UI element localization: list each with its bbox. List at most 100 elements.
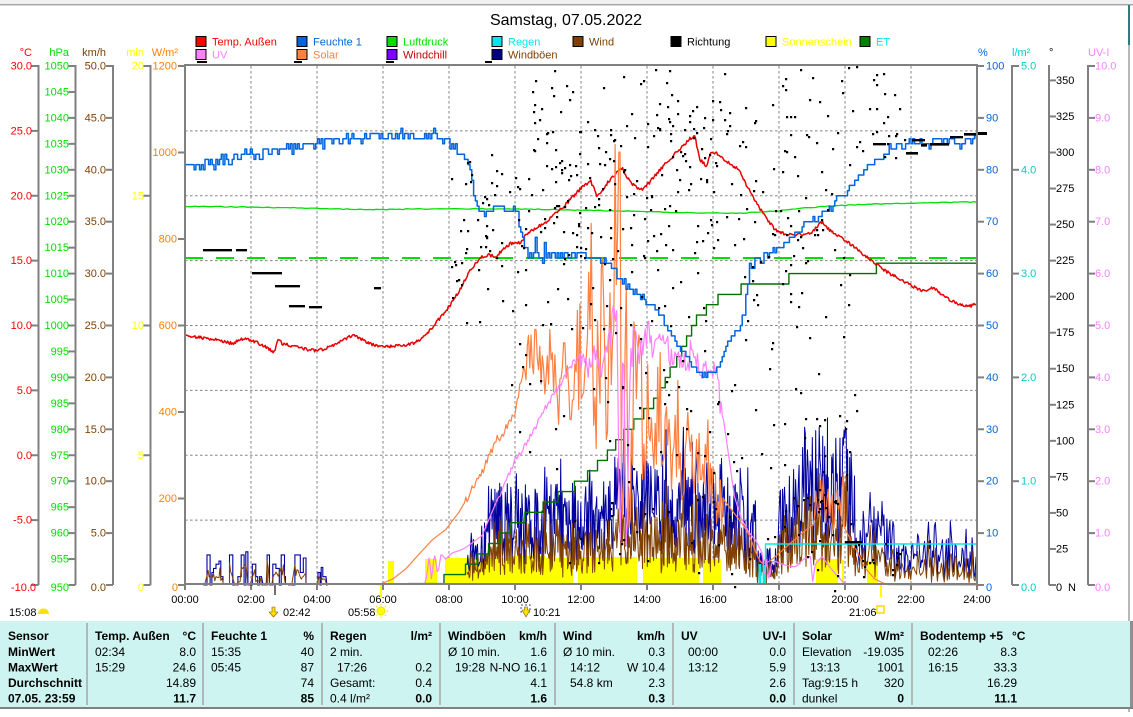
svg-text:1040: 1040 bbox=[45, 112, 69, 124]
svg-text:l/m²: l/m² bbox=[411, 629, 432, 643]
svg-text:400: 400 bbox=[159, 407, 177, 419]
svg-text:250: 250 bbox=[1056, 219, 1074, 231]
svg-text:05:58: 05:58 bbox=[348, 607, 376, 619]
svg-text:1025: 1025 bbox=[45, 190, 69, 202]
svg-text:11.1: 11.1 bbox=[994, 692, 1017, 706]
svg-text:0.4 l/m²: 0.4 l/m² bbox=[330, 692, 370, 706]
svg-text:1001: 1001 bbox=[877, 661, 904, 675]
svg-text:W/m²: W/m² bbox=[875, 629, 904, 643]
svg-text:Solar: Solar bbox=[313, 50, 339, 62]
svg-text:N-NO 16.1: N-NO 16.1 bbox=[490, 661, 548, 675]
svg-text:10: 10 bbox=[132, 320, 144, 332]
svg-text:Sensor: Sensor bbox=[8, 629, 49, 643]
svg-text:10: 10 bbox=[986, 528, 998, 540]
svg-text:10.0: 10.0 bbox=[11, 320, 32, 332]
svg-text:30.0: 30.0 bbox=[85, 268, 106, 280]
svg-text:325: 325 bbox=[1056, 111, 1074, 123]
svg-text:Gesamt:: Gesamt: bbox=[330, 676, 375, 690]
svg-text:2.0: 2.0 bbox=[1095, 476, 1110, 488]
svg-text:Ø 10 min.: Ø 10 min. bbox=[448, 645, 500, 659]
svg-text:20:00: 20:00 bbox=[831, 594, 859, 606]
svg-text:UV: UV bbox=[212, 50, 228, 62]
svg-text:975: 975 bbox=[51, 450, 69, 462]
svg-text:15:08: 15:08 bbox=[9, 607, 37, 619]
svg-text:Luftdruck: Luftdruck bbox=[403, 37, 449, 49]
svg-text:02:34: 02:34 bbox=[95, 645, 125, 659]
svg-text:90: 90 bbox=[986, 112, 998, 124]
svg-text:0.3: 0.3 bbox=[648, 692, 665, 706]
svg-text:15.0: 15.0 bbox=[11, 255, 32, 267]
svg-text:1020: 1020 bbox=[45, 216, 69, 228]
svg-text:985: 985 bbox=[51, 398, 69, 410]
svg-text:0: 0 bbox=[1056, 582, 1062, 594]
svg-text:600: 600 bbox=[159, 320, 177, 332]
svg-text:5.0: 5.0 bbox=[1095, 320, 1110, 332]
svg-text:Windböen: Windböen bbox=[448, 629, 506, 643]
svg-text:960: 960 bbox=[51, 528, 69, 540]
svg-text:70: 70 bbox=[986, 216, 998, 228]
svg-text:5.0: 5.0 bbox=[17, 385, 32, 397]
svg-text:°C: °C bbox=[1012, 629, 1026, 643]
svg-text:15:29: 15:29 bbox=[95, 661, 125, 675]
svg-text:2 min.: 2 min. bbox=[330, 645, 363, 659]
svg-text:0.4: 0.4 bbox=[415, 676, 432, 690]
svg-text:20: 20 bbox=[986, 476, 998, 488]
svg-text:1050: 1050 bbox=[45, 61, 69, 73]
svg-text:Temp. Außen: Temp. Außen bbox=[95, 629, 170, 643]
svg-text:200: 200 bbox=[159, 493, 177, 505]
svg-text:970: 970 bbox=[51, 476, 69, 488]
svg-text:02:00: 02:00 bbox=[237, 594, 265, 606]
svg-text:35.0: 35.0 bbox=[85, 216, 106, 228]
svg-text:Ø 10 min.: Ø 10 min. bbox=[563, 645, 615, 659]
svg-text:175: 175 bbox=[1056, 327, 1074, 339]
svg-text:2.0: 2.0 bbox=[1021, 372, 1036, 384]
svg-text:45.0: 45.0 bbox=[85, 112, 106, 124]
svg-text:100: 100 bbox=[1056, 435, 1074, 447]
svg-text:1000: 1000 bbox=[153, 147, 177, 159]
svg-text:10:00: 10:00 bbox=[501, 594, 529, 606]
svg-text:Wind: Wind bbox=[563, 629, 592, 643]
svg-text:N: N bbox=[1068, 582, 1076, 594]
svg-text:5: 5 bbox=[138, 450, 144, 462]
svg-text:4.0: 4.0 bbox=[1021, 164, 1036, 176]
svg-text:25.0: 25.0 bbox=[11, 125, 32, 137]
svg-text:965: 965 bbox=[51, 502, 69, 514]
svg-text:8.0: 8.0 bbox=[179, 645, 196, 659]
svg-text:1035: 1035 bbox=[45, 138, 69, 150]
svg-text:8.3: 8.3 bbox=[1000, 645, 1017, 659]
svg-text:7.0: 7.0 bbox=[1095, 216, 1110, 228]
svg-text:07.05. 23:59: 07.05. 23:59 bbox=[8, 692, 76, 706]
svg-text:1045: 1045 bbox=[45, 86, 69, 98]
svg-text:UV-I: UV-I bbox=[1088, 47, 1109, 59]
svg-text:50.0: 50.0 bbox=[85, 61, 106, 73]
svg-text:14:00: 14:00 bbox=[633, 594, 661, 606]
svg-text:320: 320 bbox=[884, 676, 904, 690]
svg-text:0.0: 0.0 bbox=[415, 692, 432, 706]
svg-text:5.9: 5.9 bbox=[769, 661, 786, 675]
svg-text:Elevation: Elevation bbox=[802, 645, 851, 659]
svg-text:13:12: 13:12 bbox=[688, 661, 718, 675]
svg-text:30.0: 30.0 bbox=[11, 61, 32, 73]
svg-text:0.0: 0.0 bbox=[17, 450, 32, 462]
svg-text:15.0: 15.0 bbox=[85, 424, 106, 436]
svg-text:16:00: 16:00 bbox=[699, 594, 727, 606]
svg-text:min: min bbox=[126, 47, 144, 59]
svg-text:87: 87 bbox=[301, 661, 315, 675]
svg-text:°: ° bbox=[1049, 47, 1053, 59]
svg-text:4.1: 4.1 bbox=[530, 676, 547, 690]
svg-text:1030: 1030 bbox=[45, 164, 69, 176]
svg-text:0: 0 bbox=[138, 582, 144, 594]
svg-text:3.0: 3.0 bbox=[1021, 268, 1036, 280]
svg-text:W/m²: W/m² bbox=[152, 47, 179, 59]
svg-text:Feuchte 1: Feuchte 1 bbox=[313, 37, 362, 49]
svg-text:UV-I: UV-I bbox=[763, 629, 786, 643]
svg-text:21:06: 21:06 bbox=[849, 607, 877, 619]
svg-text:25.0: 25.0 bbox=[85, 320, 106, 332]
svg-text:22:00: 22:00 bbox=[897, 594, 925, 606]
svg-text:15: 15 bbox=[132, 190, 144, 202]
svg-text:08:00: 08:00 bbox=[435, 594, 463, 606]
svg-text:995: 995 bbox=[51, 346, 69, 358]
svg-text:12:00: 12:00 bbox=[567, 594, 595, 606]
svg-text:W 10.4: W 10.4 bbox=[627, 661, 665, 675]
svg-text:9.0: 9.0 bbox=[1095, 112, 1110, 124]
